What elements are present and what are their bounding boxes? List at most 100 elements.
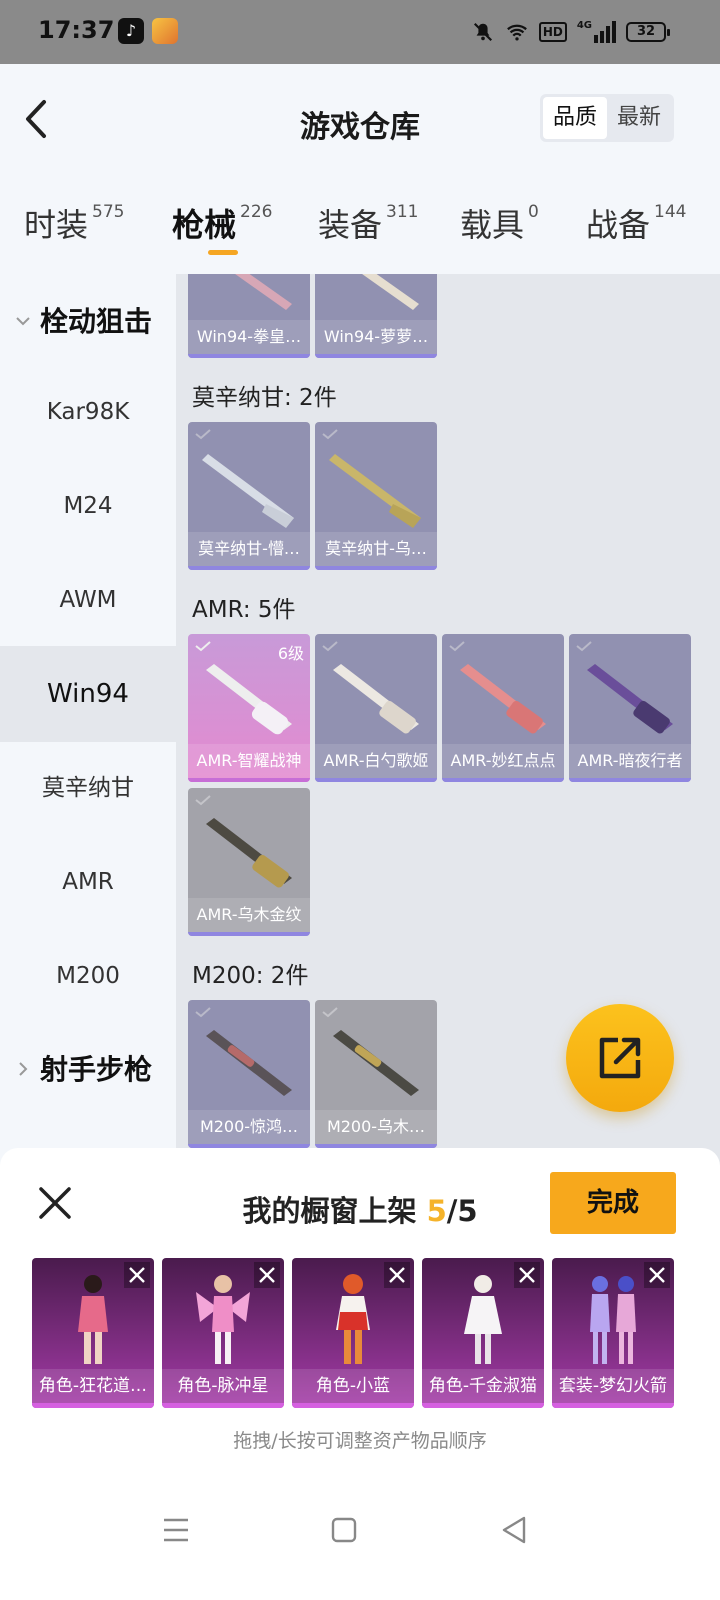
item-name: Win94-萝萝… (315, 320, 437, 354)
tab-label: 枪械 (172, 206, 237, 244)
sort-quality-button[interactable]: 品质 (542, 97, 607, 139)
status-bar: 17:37 ♪ HD 4G 32 (0, 0, 720, 64)
checkmark-icon (195, 795, 211, 806)
rifle-icon (362, 274, 419, 310)
showcase-slot[interactable]: 角色-小蓝 (292, 1258, 414, 1408)
showcase-slot[interactable]: 角色-千金淑猫 (422, 1258, 544, 1408)
checkmark-icon (322, 1007, 338, 1018)
remove-icon[interactable] (254, 1262, 280, 1288)
hd-badge: HD (538, 22, 567, 42)
tab-count: 226 (240, 202, 273, 222)
back-triangle-icon[interactable] (494, 1510, 534, 1550)
back-chevron-icon[interactable] (18, 94, 58, 144)
tab-supplies[interactable]: 战备 144 (586, 200, 686, 246)
showcase-slot[interactable]: 角色-脉冲星 (162, 1258, 284, 1408)
close-icon[interactable] (36, 1184, 74, 1222)
checkmark-icon (576, 641, 592, 652)
tab-label: 载具 (460, 206, 525, 244)
active-tab-indicator (208, 250, 238, 255)
tab-fashion[interactable]: 时装 575 (24, 200, 124, 246)
menu-icon[interactable] (156, 1510, 196, 1550)
network-label: 4G (576, 20, 592, 31)
character-figure-icon (336, 1274, 370, 1364)
battery-indicator: 32 (626, 22, 670, 42)
game-app-icon (152, 18, 178, 44)
item-name: Win94-拳皇… (188, 320, 310, 354)
rifle-icon (235, 274, 292, 310)
item-card[interactable]: AMR-暗夜行者 (569, 634, 691, 782)
slot-name: 角色-小蓝 (292, 1369, 414, 1403)
sidebar-item-amr[interactable]: AMR (0, 834, 176, 930)
sidebar-group-label: 射手步枪 (40, 1053, 153, 1086)
rifle-icon (587, 664, 673, 734)
sort-newest-button[interactable]: 最新 (607, 97, 671, 139)
item-card[interactable]: AMR-妙红点点 (442, 634, 564, 782)
tab-count: 575 (92, 202, 125, 222)
remove-icon[interactable] (514, 1262, 540, 1288)
item-name: AMR-智耀战神 (188, 744, 310, 778)
share-button[interactable] (566, 1004, 674, 1112)
tab-equipment[interactable]: 装备 311 (318, 200, 418, 246)
sidebar-group-bolt-sniper[interactable]: 栓动狙击 (0, 274, 176, 370)
checkmark-icon (449, 641, 465, 652)
item-card[interactable]: AMR-乌木金纹 (188, 788, 310, 936)
checkmark-icon (322, 641, 338, 652)
item-card[interactable]: 6级 AMR-智耀战神 (188, 634, 310, 782)
rifle-icon (206, 664, 292, 735)
weapon-sidebar: 栓动狙击 Kar98K M24 AWM Win94 莫辛纳甘 AMR M200 … (0, 274, 176, 1174)
sort-toggle: 品质 最新 (539, 94, 674, 142)
system-nav-bar (0, 1490, 720, 1600)
tiktok-icon: ♪ (118, 18, 144, 44)
showcase-title-text: 我的橱窗上架 (242, 1194, 417, 1228)
tab-vehicles[interactable]: 载具 0 (460, 200, 539, 246)
category-tabs: 时装 575 枪械 226 装备 311 载具 0 战备 144 (0, 174, 720, 274)
reorder-hint: 拖拽/长按可调整资产物品顺序 (233, 1430, 487, 1452)
sidebar-item-win94[interactable]: Win94 (0, 646, 176, 742)
chevron-right-icon (19, 1062, 28, 1076)
sidebar-item-kar98k[interactable]: Kar98K (0, 364, 176, 460)
home-square-icon[interactable] (324, 1510, 364, 1550)
showcase-slot[interactable]: 角色-狂花道… (32, 1258, 154, 1408)
item-card[interactable]: M200-乌木… (315, 1000, 437, 1148)
item-card[interactable]: Win94-萝萝… (315, 274, 437, 358)
share-export-icon (599, 1037, 641, 1079)
item-card[interactable]: 莫辛纳甘-懵… (188, 422, 310, 570)
remove-icon[interactable] (124, 1262, 150, 1288)
tab-label: 时装 (24, 206, 89, 244)
group-title-m200: M200: 2件 (192, 963, 309, 989)
sidebar-item-m200[interactable]: M200 (0, 928, 176, 1024)
tab-firearms[interactable]: 枪械 226 (172, 200, 273, 255)
wifi-icon (506, 24, 527, 41)
rifle-icon (206, 818, 292, 888)
tab-count: 311 (386, 202, 419, 222)
item-card[interactable]: AMR-白勺歌姬 (315, 634, 437, 782)
app-header: 游戏仓库 品质 最新 (0, 64, 720, 174)
checkmark-icon (195, 429, 211, 440)
character-figure-icon (78, 1275, 108, 1364)
remove-icon[interactable] (384, 1262, 410, 1288)
sidebar-item-m24[interactable]: M24 (0, 458, 176, 554)
sidebar-group-marksman[interactable]: 射手步枪 (0, 1022, 176, 1118)
status-time: 17:37 (38, 16, 115, 44)
remove-icon[interactable] (644, 1262, 670, 1288)
done-button[interactable]: 完成 (550, 1172, 676, 1234)
rifle-icon (333, 664, 419, 734)
sidebar-item-mosin[interactable]: 莫辛纳甘 (0, 740, 176, 836)
item-name: AMR-乌木金纹 (188, 898, 310, 932)
item-name: AMR-白勺歌姬 (315, 744, 437, 778)
slot-name: 套装-梦幻火箭 (552, 1369, 674, 1403)
item-card[interactable]: M200-惊鸿… (188, 1000, 310, 1148)
item-card[interactable]: 莫辛纳甘-乌… (315, 422, 437, 570)
tab-label: 战备 (586, 206, 651, 244)
showcase-current-count: 5 (426, 1194, 447, 1228)
group-title-mosin: 莫辛纳甘: 2件 (192, 385, 337, 411)
chevron-down-icon (16, 317, 30, 326)
rifle-icon (206, 1030, 292, 1096)
rifle-icon (329, 454, 421, 528)
sidebar-item-awm[interactable]: AWM (0, 552, 176, 648)
bell-mute-icon (473, 22, 492, 42)
item-name: AMR-暗夜行者 (569, 744, 691, 778)
slot-name: 角色-千金淑猫 (422, 1369, 544, 1403)
item-card[interactable]: Win94-拳皇… (188, 274, 310, 358)
showcase-slot[interactable]: 套装-梦幻火箭 (552, 1258, 674, 1408)
